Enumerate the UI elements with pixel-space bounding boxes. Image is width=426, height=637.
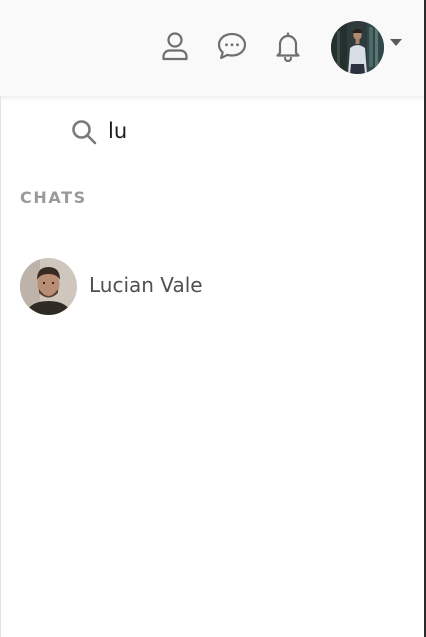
bell-icon[interactable]	[272, 30, 304, 62]
search-icon[interactable]	[70, 118, 98, 146]
avatar[interactable]	[331, 21, 384, 74]
panel-divider	[0, 96, 1, 637]
search-input[interactable]	[108, 116, 388, 146]
user-icon[interactable]	[159, 30, 191, 62]
search-bar	[70, 114, 400, 148]
chevron-down-icon[interactable]	[390, 39, 402, 46]
header-shadow	[0, 96, 426, 102]
list-item[interactable]: Lucian Vale	[20, 258, 400, 316]
chat-bubble-icon[interactable]	[216, 30, 248, 62]
avatar	[20, 258, 77, 315]
chat-name: Lucian Vale	[89, 273, 203, 297]
section-heading-chats: CHATS	[20, 188, 87, 207]
page: CHATS Lucian Vale	[0, 0, 426, 637]
top-navigation-bar	[0, 0, 426, 96]
